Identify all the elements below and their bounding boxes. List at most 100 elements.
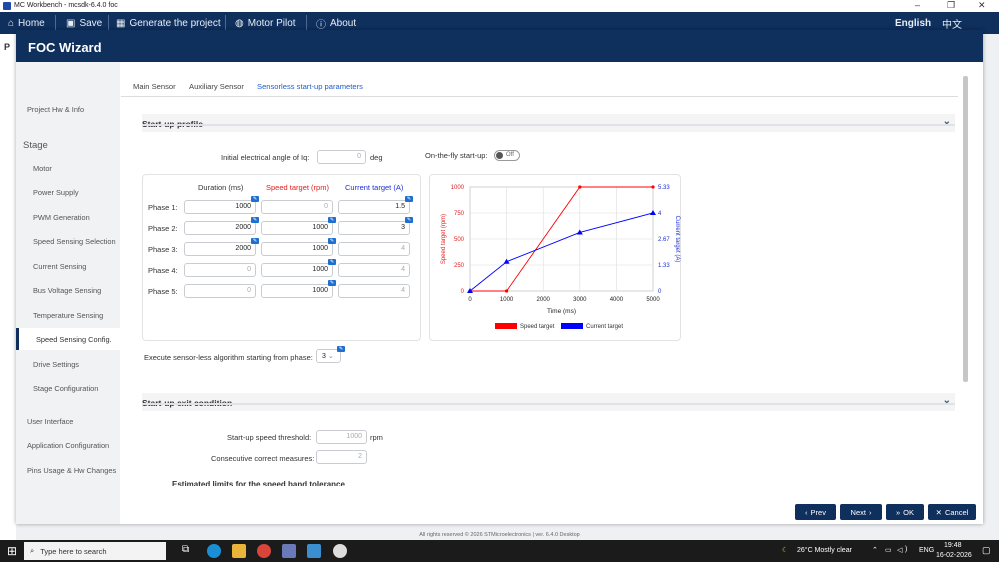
sidebar-item-power-supply[interactable]: Power Supply [16, 181, 120, 203]
file-explorer-icon[interactable] [232, 544, 246, 558]
initial-angle-input[interactable]: 0 [317, 150, 366, 164]
phase-current-input[interactable]: 4 [338, 263, 410, 277]
sidebar-item-speed-sensing-selection[interactable]: Speed Sensing Selection [16, 230, 120, 252]
legend-label: Current target [586, 324, 623, 330]
sidebar-item-project[interactable]: Project Hw & Info [16, 98, 120, 120]
ok-button[interactable]: » OK [886, 504, 924, 520]
sidebar-item-speed-sensing-config[interactable]: Speed Sensing Config. [16, 328, 120, 350]
tray-chevron-icon[interactable]: ⌃ [872, 546, 878, 554]
sidebar-item-user-interface[interactable]: User Interface [16, 410, 120, 432]
phase-duration-input[interactable]: 1000 [184, 200, 256, 214]
phase-speed-input[interactable]: 1000 [261, 242, 333, 256]
footer-copyright: All rights reserved © 2026 STMicroelectr… [419, 532, 580, 538]
x-tick-label: 2000 [537, 297, 551, 303]
clock-date[interactable]: 16-02-2026 [936, 552, 972, 559]
y-left-axis-label: Speed target (rpm) [441, 214, 447, 264]
execute-phase-value: 3 [322, 353, 326, 360]
speaker-icon[interactable]: ) [905, 546, 907, 553]
phase-duration-input[interactable]: 0 [184, 263, 256, 277]
consecutive-measures-label: Consecutive correct measures: [211, 454, 315, 463]
close-icon: ✕ [935, 507, 942, 517]
phase-speed-input[interactable]: 0 [261, 200, 333, 214]
edge-icon[interactable] [207, 544, 221, 558]
tab-main-sensor[interactable]: Main Sensor [133, 82, 176, 91]
phase-current-input[interactable]: 3 [338, 221, 410, 235]
close-icon[interactable]: ✕ [978, 0, 986, 11]
cancel-button[interactable]: ✕ Cancel [928, 504, 976, 520]
x-tick-label: 5000 [646, 297, 660, 303]
app-icon [3, 2, 11, 10]
weather-text[interactable]: 26°C Mostly clear [797, 547, 852, 554]
phase-current-input[interactable]: 4 [338, 242, 410, 256]
tab-auxiliary-sensor[interactable]: Auxiliary Sensor [189, 82, 244, 91]
phase-label: Phase 1: [148, 203, 178, 212]
phase-current-input[interactable]: 1.5 [338, 200, 410, 214]
chevron-right-icon: › [868, 507, 872, 517]
chevron-down-icon: ⌄ [327, 353, 334, 360]
sidebar-item-pwm-generation[interactable]: PWM Generation [16, 206, 120, 228]
phase-duration-input[interactable]: 0 [184, 284, 256, 298]
mc-workbench-icon[interactable] [282, 544, 296, 558]
onthefly-toggle[interactable]: Off [494, 150, 520, 161]
home-label: Home [18, 17, 45, 29]
sidebar-item-stage-configuration[interactable]: Stage Configuration [16, 377, 120, 399]
speed-point [578, 185, 582, 189]
y-left-tick-label: 750 [454, 211, 465, 217]
speed-threshold-input[interactable]: 1000 [316, 430, 367, 444]
startup-profile-header[interactable]: Start-up profile ⌄ [142, 114, 955, 132]
language-indicator[interactable]: ENG [919, 547, 934, 554]
motor-pilot-label: Motor Pilot [247, 17, 296, 29]
next-button[interactable]: Next › [840, 504, 882, 520]
phase-label: Phase 4: [148, 266, 178, 275]
menu-divider [306, 15, 307, 31]
taskbar-search[interactable]: ⌕ Type here to search [24, 542, 166, 560]
sidebar-item-application-configuration[interactable]: Application Configuration [16, 434, 120, 456]
prev-label: Prev [810, 507, 826, 517]
chevron-left-icon: ‹ [805, 507, 808, 517]
edit-badge-icon: ✎ [328, 217, 336, 223]
tab-sensorless-startup[interactable]: Sensorless start-up parameters [257, 82, 363, 97]
speed-threshold-label: Start-up speed threshold: [227, 433, 312, 442]
double-chevron-icon: » [895, 507, 901, 517]
minimize-icon[interactable]: – [915, 0, 920, 10]
sidebar-item-pins-usage[interactable]: Pins Usage & Hw Changes [16, 459, 120, 481]
ide-icon[interactable] [307, 544, 321, 558]
sidebar-item-motor[interactable]: Motor [16, 157, 120, 179]
sidebar-item-bus-voltage-sensing[interactable]: Bus Voltage Sensing [16, 279, 120, 301]
chrome-icon[interactable] [257, 544, 271, 558]
y-left-tick-label: 0 [461, 289, 465, 295]
browser-icon[interactable] [333, 544, 347, 558]
sidebar-item-current-sensing[interactable]: Current Sensing [16, 255, 120, 277]
sidebar-item-drive-settings[interactable]: Drive Settings [16, 353, 120, 375]
clock-time[interactable]: 19:48 [944, 542, 962, 549]
phase-label: Phase 3: [148, 245, 178, 254]
x-tick-label: 4000 [610, 297, 624, 303]
maximize-icon[interactable]: ❐ [947, 0, 955, 11]
task-view-icon[interactable]: ⧉ [182, 544, 196, 558]
column-duration: Duration (ms) [198, 183, 244, 192]
notification-icon[interactable]: ▢ [982, 545, 991, 556]
legend-swatch [495, 323, 517, 329]
startup-chart: 0 1000 2000 3000 4000 5000 0 250 500 750 1000 0 1.33… [441, 185, 680, 330]
network-icon[interactable]: ▭ [885, 546, 892, 554]
phase-duration-input[interactable]: 2000 [184, 221, 256, 235]
exit-condition-header[interactable]: Start-up exit condition ⌄ [142, 393, 955, 411]
about-label: About [330, 17, 357, 29]
menu-divider [225, 15, 226, 31]
content-scrollbar[interactable] [963, 76, 968, 382]
y-right-tick-label: 0 [658, 289, 662, 295]
windows-start-icon[interactable]: ⊞ [7, 544, 17, 558]
wizard-title: FOC Wizard [16, 30, 983, 62]
sidebar-item-temperature-sensing[interactable]: Temperature Sensing [16, 304, 120, 326]
phase-speed-input[interactable]: 1000 [261, 284, 333, 298]
prev-button[interactable]: ‹ Prev [795, 504, 836, 520]
generate-label: Generate the project [129, 17, 221, 29]
edit-badge-icon: ✎ [251, 217, 259, 223]
phase-speed-input[interactable]: 1000 [261, 263, 333, 277]
phase-label: Phase 2: [148, 224, 178, 233]
phase-speed-input[interactable]: 1000 [261, 221, 333, 235]
phase-current-input[interactable]: 4 [338, 284, 410, 298]
consecutive-measures-input[interactable]: 2 [316, 450, 367, 464]
phase-duration-input[interactable]: 2000 [184, 242, 256, 256]
volume-icon[interactable]: ◁ [897, 546, 902, 554]
